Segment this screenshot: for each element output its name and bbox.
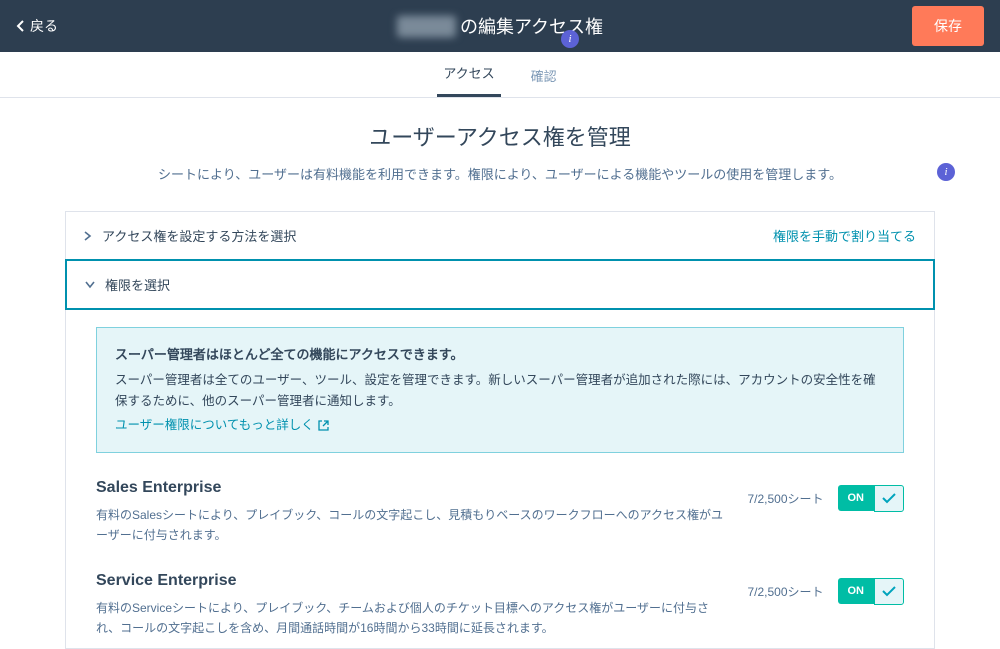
topbar: 戻る ████ の編集アクセス権 保存 — [0, 0, 1000, 52]
chevron-left-icon — [16, 20, 26, 32]
subheadline: シートにより、ユーザーは有料機能を利用できます。権限により、ユーザーによる機能や… — [0, 164, 1000, 183]
section-method[interactable]: アクセス権を設定する方法を選択 権限を手動で割り当てる — [66, 212, 934, 260]
callout-link[interactable]: ユーザー権限についてもっと詳しく — [115, 415, 329, 436]
check-icon — [874, 485, 904, 512]
seat-count: 7/2,500シート — [747, 490, 823, 507]
tab-access[interactable]: アクセス — [437, 63, 500, 97]
feature-name: Service Enterprise — [96, 572, 731, 590]
callout-body: スーパー管理者は全てのユーザー、ツール、設定を管理できます。新しいスーパー管理者… — [115, 373, 876, 408]
feature-sales-enterprise: Sales Enterprise 有料のSalesシートにより、プレイブック、コ… — [96, 479, 904, 546]
super-admin-callout: スーパー管理者はほとんど全ての機能にアクセスできます。 スーパー管理者は全てのユ… — [96, 327, 904, 453]
assign-manually-link[interactable]: 権限を手動で割り当てる — [773, 226, 916, 245]
callout-strong: スーパー管理者はほとんど全ての機能にアクセスできます。 — [115, 344, 885, 366]
section-select-title: 権限を選択 — [105, 275, 170, 294]
section-select-body: スーパー管理者はほとんど全ての機能にアクセスできます。 スーパー管理者は全てのユ… — [66, 309, 934, 648]
chevron-right-icon — [84, 231, 92, 241]
save-button[interactable]: 保存 — [912, 6, 984, 46]
toggle-service[interactable]: ON — [838, 578, 905, 605]
seat-count: 7/2,500シート — [747, 583, 823, 600]
callout-link-label: ユーザー権限についてもっと詳しく — [115, 415, 314, 436]
info-badge-icon[interactable]: i — [937, 163, 955, 181]
external-link-icon — [318, 420, 329, 431]
title-suffix: の編集アクセス権 — [460, 13, 603, 39]
toggle-state: ON — [838, 578, 875, 604]
section-select[interactable]: 権限を選択 — [65, 259, 935, 310]
feature-desc: 有料のServiceシートにより、プレイブック、チームおよび個人のチケット目標へ… — [96, 598, 731, 639]
section-method-title: アクセス権を設定する方法を選択 — [102, 226, 296, 245]
chevron-down-icon — [85, 281, 95, 289]
tab-confirm[interactable]: 確認 — [525, 66, 563, 97]
headline: ユーザーアクセス権を管理 — [0, 120, 1000, 152]
feature-service-enterprise: Service Enterprise 有料のServiceシートにより、プレイブ… — [96, 572, 904, 639]
back-button[interactable]: 戻る — [16, 16, 58, 36]
redacted-name: ████ — [397, 16, 456, 37]
feature-name: Sales Enterprise — [96, 479, 731, 497]
toggle-sales[interactable]: ON — [838, 485, 905, 512]
check-icon — [874, 578, 904, 605]
toggle-state: ON — [838, 485, 875, 511]
settings-panel: アクセス権を設定する方法を選択 権限を手動で割り当てる 権限を選択 スーパー管理… — [65, 211, 935, 649]
info-badge-icon[interactable]: i — [561, 30, 579, 48]
back-label: 戻る — [30, 16, 58, 36]
tabs: アクセス 確認 — [0, 52, 1000, 98]
